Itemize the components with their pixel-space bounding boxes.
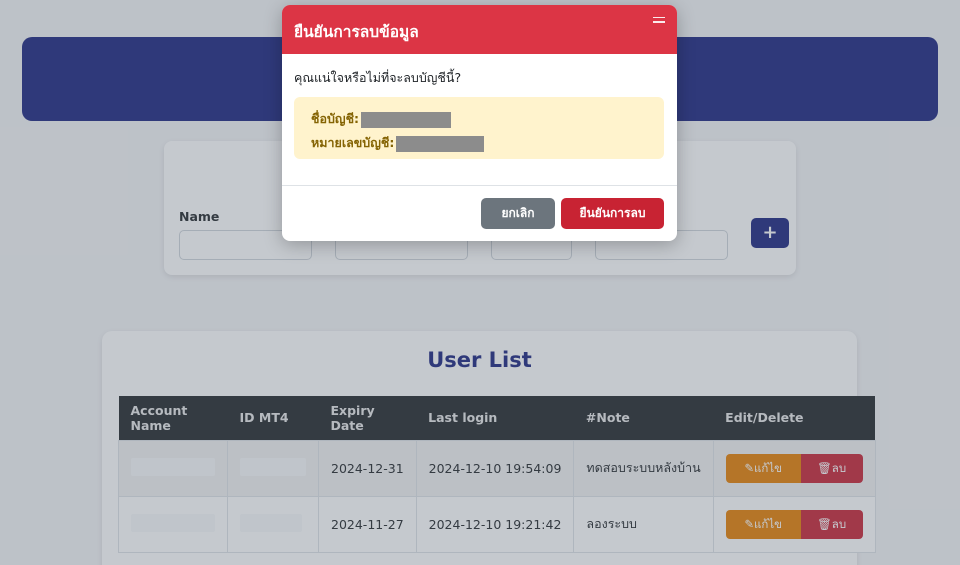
redacted-value xyxy=(396,135,485,152)
modal-footer: ยกเลิก ยืนยันการลบ xyxy=(282,185,677,241)
account-info-box: ชื่อบัญชี: หมายเลขบัญชี: xyxy=(294,97,664,159)
close-icon[interactable] xyxy=(653,17,665,23)
account-name-row: ชื่อบัญชี: xyxy=(311,109,452,129)
modal-header: ยืนยันการลบข้อมูล xyxy=(282,5,677,54)
account-name-label: ชื่อบัญชี: xyxy=(311,111,360,126)
cancel-button[interactable]: ยกเลิก xyxy=(481,198,555,229)
modal-body: คุณแน่ใจหรือไม่ที่จะลบบัญชีนี้? ชื่อบัญช… xyxy=(282,54,677,186)
confirm-delete-button[interactable]: ยืนยันการลบ xyxy=(561,198,664,229)
confirm-question: คุณแน่ใจหรือไม่ที่จะลบบัญชีนี้? xyxy=(294,70,462,85)
redacted-value xyxy=(361,111,452,128)
modal-title: ยืนยันการลบข้อมูล xyxy=(294,23,419,41)
account-number-row: หมายเลขบัญชี: xyxy=(311,133,485,153)
delete-confirm-modal: ยืนยันการลบข้อมูล คุณแน่ใจหรือไม่ที่จะลบ… xyxy=(282,5,677,241)
account-number-label: หมายเลขบัญชี: xyxy=(311,135,395,150)
